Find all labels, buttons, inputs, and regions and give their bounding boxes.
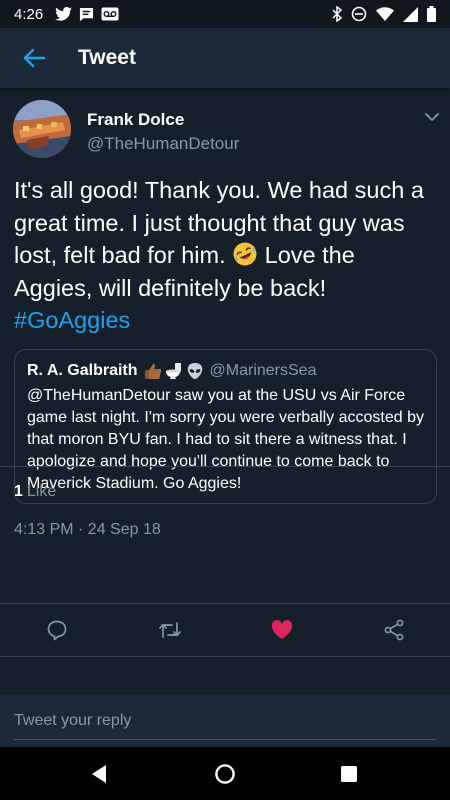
like-icon — [271, 620, 293, 639]
tweet-text-part1: It's all good! Thank you. We had such a … — [14, 177, 424, 268]
timestamp: 4:13 PM · 24 Sep 18 — [14, 521, 161, 538]
nav-recents-button[interactable] — [336, 761, 362, 787]
reply-input[interactable] — [14, 702, 436, 740]
battery-icon — [427, 6, 436, 22]
likes-count: 1 — [14, 483, 23, 500]
reply-bar — [0, 695, 450, 747]
toilet-emoji — [165, 363, 181, 379]
rolling-on-floor-laughing-emoji — [233, 242, 257, 266]
alien-emoji — [187, 363, 202, 379]
back-button[interactable] — [0, 28, 68, 88]
quote-text: @TheHumanDetour saw you at the USU vs Ai… — [27, 387, 424, 492]
divider — [0, 466, 450, 467]
likes-label: Like — [26, 483, 57, 500]
voicemail-icon — [101, 7, 119, 21]
quote-author-name: R. A. Galbraith — [27, 362, 138, 379]
bluetooth-icon — [332, 6, 342, 22]
like-button[interactable] — [270, 618, 294, 642]
back-arrow-icon — [23, 48, 45, 68]
page-title: Tweet — [78, 46, 136, 69]
back-icon — [92, 765, 106, 783]
avatar[interactable] — [13, 100, 71, 158]
navigation-bar — [0, 747, 450, 800]
do-not-disturb-icon — [351, 6, 367, 22]
home-icon — [215, 764, 235, 784]
hashtag-link[interactable]: #GoAggies — [14, 307, 130, 333]
retweet-button[interactable] — [158, 618, 182, 642]
signal-icon — [403, 6, 418, 22]
chevron-down-icon[interactable] — [423, 110, 441, 124]
thumbs-up-emoji — [144, 363, 161, 379]
message-icon — [80, 7, 94, 21]
app-bar: Tweet — [0, 28, 450, 88]
author-handle[interactable]: @TheHumanDetour — [87, 134, 239, 154]
status-bar: 4:26 — [0, 0, 450, 28]
recents-icon — [341, 766, 357, 782]
share-icon — [384, 619, 404, 641]
reply-icon — [47, 620, 67, 641]
action-bar — [0, 604, 450, 656]
wifi-icon — [376, 7, 394, 21]
status-time: 4:26 — [14, 5, 44, 23]
share-button[interactable] — [382, 618, 406, 642]
nav-back-button[interactable] — [86, 761, 112, 787]
quote-author-handle: @MarinersSea — [209, 362, 317, 379]
twitter-icon — [55, 7, 73, 21]
likes-stat[interactable]: 1 Like — [14, 483, 56, 501]
quoted-tweet[interactable]: R. A. Galbraith @MarinersSea @TheHumanDe… — [14, 349, 437, 504]
nav-home-button[interactable] — [212, 761, 238, 787]
divider — [0, 656, 450, 657]
author-name[interactable]: Frank Dolce — [87, 110, 184, 130]
retweet-icon — [159, 622, 181, 638]
reply-button[interactable] — [45, 618, 69, 642]
tweet-text: It's all good! Thank you. We had such a … — [14, 174, 438, 337]
